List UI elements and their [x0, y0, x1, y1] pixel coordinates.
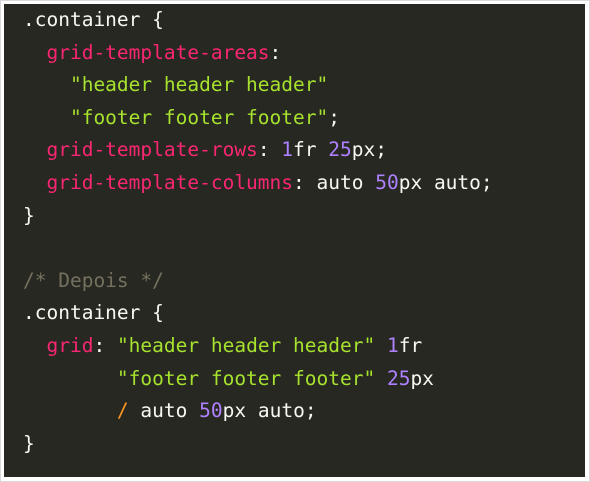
code-token: : — [293, 170, 317, 194]
code-token: 50 — [375, 170, 399, 194]
code-token: fr — [293, 138, 329, 162]
code-token: /* Depois */ — [23, 268, 164, 292]
code-token: ; — [375, 138, 387, 162]
code-line: "header header header" — [23, 69, 493, 102]
code-token: auto — [316, 170, 376, 194]
code-token: 50 — [199, 399, 223, 423]
code-token: px — [398, 170, 434, 194]
code-line: } — [23, 428, 493, 461]
code-token: auto — [128, 399, 200, 423]
code-token: grid-template-rows — [23, 138, 258, 162]
screenshot-frame: .container { grid-template-areas: "heade… — [0, 0, 590, 482]
code-token: px — [410, 366, 434, 390]
code-token: "footer footer footer" — [23, 366, 376, 390]
code-token: } — [23, 431, 35, 455]
code-line: / auto 50px auto; — [23, 395, 493, 428]
code-token: px — [351, 138, 376, 162]
code-line: grid-template-rows: 1fr 25px; — [23, 134, 493, 167]
code-token: "header header header" — [23, 73, 329, 97]
code-token: .container — [23, 301, 153, 325]
code-token: ; — [480, 170, 493, 194]
code-token: : — [93, 333, 117, 357]
code-line: .container { — [23, 4, 493, 37]
code-token: "header header header" — [116, 333, 376, 357]
code-line: "footer footer footer" 25px — [23, 363, 493, 396]
code-token: : — [269, 40, 282, 64]
code-token: ; — [304, 399, 317, 423]
code-line: grid: "header header header" 1fr — [23, 330, 493, 363]
code-token: auto — [433, 170, 481, 194]
code-token: / — [116, 399, 129, 423]
code-token: .container — [23, 8, 153, 31]
code-token: px — [222, 399, 258, 423]
code-line: /* Depois */ — [23, 265, 493, 298]
code-line: grid-template-columns: auto 50px auto; — [23, 167, 493, 200]
code-token: grid-template-areas — [23, 40, 270, 64]
code-token: 1 — [386, 333, 399, 357]
code-token: } — [23, 203, 35, 227]
code-token: 25 — [328, 138, 352, 162]
code-token: 25 — [386, 366, 411, 390]
code-token: auto — [257, 399, 305, 423]
code-token: 1 — [281, 138, 294, 162]
code-line: } — [23, 200, 493, 233]
code-token: : — [257, 138, 282, 162]
code-token: { — [152, 301, 164, 325]
code-token: fr — [398, 333, 423, 357]
code-line: "footer footer footer"; — [23, 102, 493, 135]
code-token: "footer footer footer" — [23, 105, 329, 129]
code-line: .container { — [23, 297, 493, 330]
code-token: { — [152, 8, 164, 31]
code-line: grid-template-areas: — [23, 37, 493, 70]
code-token: grid-template-columns — [23, 170, 294, 194]
css-code: .container { grid-template-areas: "heade… — [23, 4, 493, 460]
code-token: ; — [328, 105, 340, 129]
code-token: grid — [23, 333, 94, 357]
code-block: .container { grid-template-areas: "heade… — [4, 4, 585, 477]
